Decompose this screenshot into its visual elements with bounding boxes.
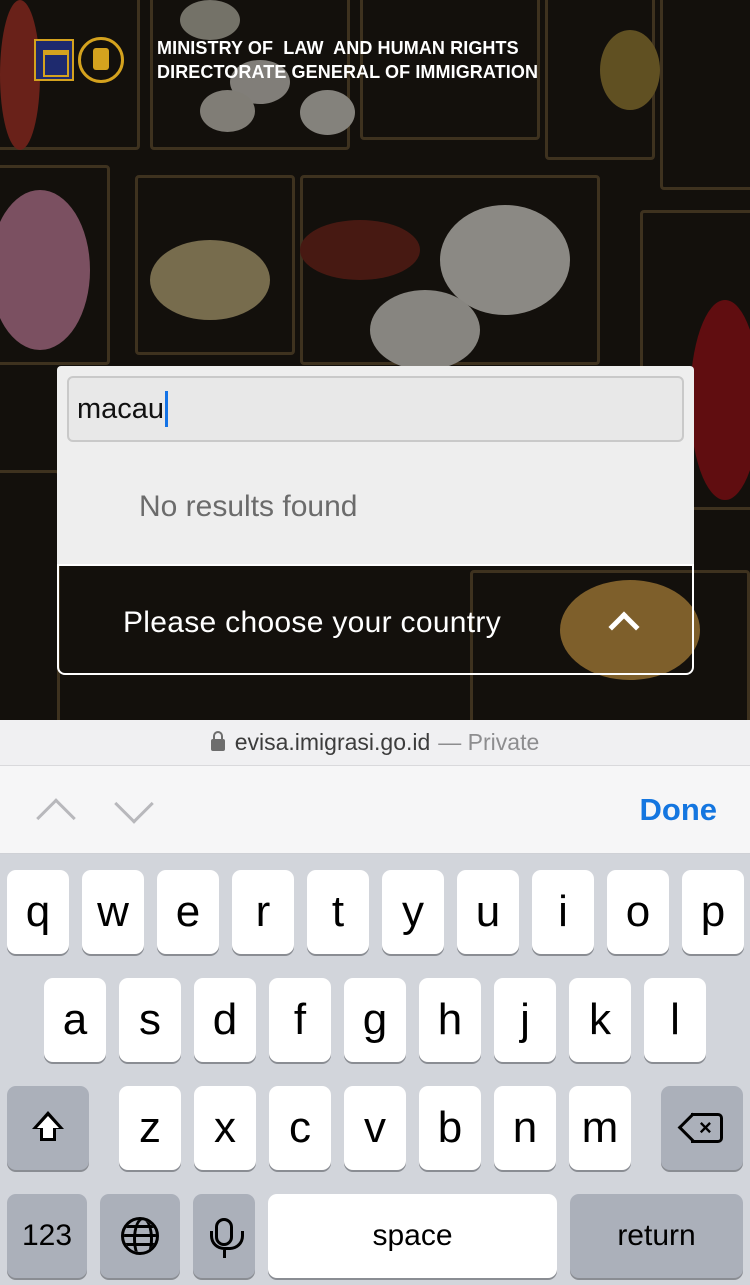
key-c[interactable]: c	[269, 1086, 331, 1170]
microphone-icon	[210, 1218, 244, 1258]
key-g[interactable]: g	[344, 978, 406, 1062]
keyboard-accessory-bar: Done	[0, 766, 750, 854]
no-results-message: No results found	[139, 490, 358, 523]
private-mode-label: — Private	[438, 729, 540, 755]
key-w[interactable]: w	[82, 870, 144, 954]
key-n[interactable]: n	[494, 1086, 556, 1170]
browser-url-bar[interactable]: evisa.imigrasi.go.id — Private	[0, 720, 750, 766]
key-l[interactable]: l	[644, 978, 706, 1062]
country-select-placeholder: Please choose your country	[123, 606, 502, 639]
key-h[interactable]: h	[419, 978, 481, 1062]
key-t[interactable]: t	[307, 870, 369, 954]
key-z[interactable]: z	[119, 1086, 181, 1170]
country-select[interactable]: Please choose your country	[57, 564, 694, 675]
globe-icon	[121, 1217, 159, 1255]
key-m[interactable]: m	[569, 1086, 631, 1170]
key-x[interactable]: x	[194, 1086, 256, 1170]
key-q[interactable]: q	[7, 870, 69, 954]
immigration-emblem-logo	[78, 37, 124, 83]
country-dropdown-panel: macau No results found	[57, 366, 694, 564]
key-a[interactable]: a	[44, 978, 106, 1062]
shift-key[interactable]	[7, 1086, 89, 1170]
key-f[interactable]: f	[269, 978, 331, 1062]
key-j[interactable]: j	[494, 978, 556, 1062]
header-line-directorate: DIRECTORATE GENERAL OF IMMIGRATION	[157, 62, 539, 82]
key-r[interactable]: r	[232, 870, 294, 954]
next-field-icon[interactable]	[114, 784, 154, 824]
key-y[interactable]: y	[382, 870, 444, 954]
delete-key[interactable]: ×	[661, 1086, 743, 1170]
key-k[interactable]: k	[569, 978, 631, 1062]
backspace-icon: ×	[677, 1112, 723, 1143]
key-p[interactable]: p	[682, 870, 744, 954]
shift-icon	[31, 1111, 65, 1145]
numbers-key[interactable]: 123	[7, 1194, 87, 1278]
key-b[interactable]: b	[419, 1086, 481, 1170]
url-text: evisa.imigrasi.go.id	[234, 729, 431, 755]
globe-key[interactable]	[100, 1194, 180, 1278]
previous-field-icon[interactable]	[36, 798, 76, 838]
key-s[interactable]: s	[119, 978, 181, 1062]
dictation-key[interactable]	[193, 1194, 255, 1278]
key-d[interactable]: d	[194, 978, 256, 1062]
key-o[interactable]: o	[607, 870, 669, 954]
search-input-value: macau	[77, 392, 165, 425]
header-line-ministry: MINISTRY OF LAW AND HUMAN RIGHTS	[157, 38, 519, 58]
key-v[interactable]: v	[344, 1086, 406, 1170]
done-button[interactable]: Done	[640, 792, 718, 828]
onscreen-keyboard: q w e r t y u i o p a s d f g h j k l z …	[0, 854, 750, 1285]
country-search-input[interactable]: macau	[67, 376, 684, 442]
lock-icon	[210, 730, 225, 751]
space-key[interactable]: space	[268, 1194, 557, 1278]
return-key[interactable]: return	[570, 1194, 743, 1278]
key-e[interactable]: e	[157, 870, 219, 954]
text-cursor	[165, 391, 169, 427]
key-u[interactable]: u	[457, 870, 519, 954]
site-header: MINISTRY OF LAW AND HUMAN RIGHTS DIRECTO…	[34, 36, 538, 84]
key-i[interactable]: i	[532, 870, 594, 954]
chevron-up-icon	[608, 611, 640, 643]
header-title: MINISTRY OF LAW AND HUMAN RIGHTS DIRECTO…	[157, 36, 538, 84]
ministry-logo	[34, 39, 74, 81]
